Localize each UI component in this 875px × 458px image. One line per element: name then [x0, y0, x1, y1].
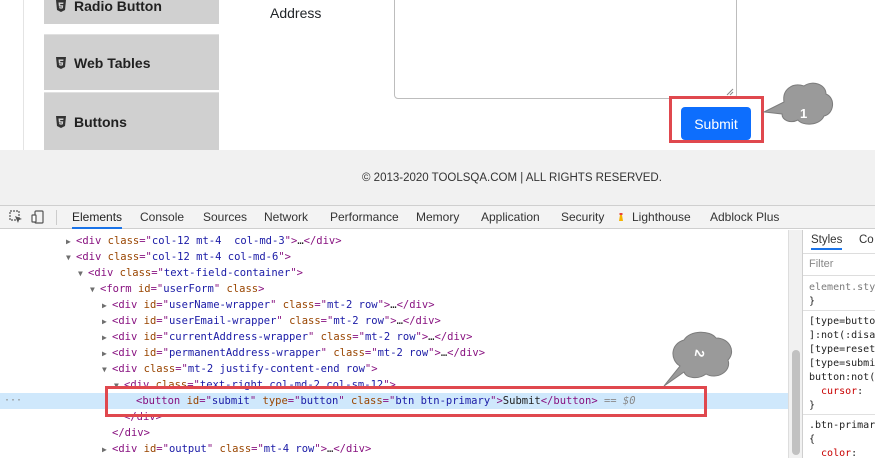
style-rule-line: [type=butto	[809, 316, 875, 327]
selected-node-dots[interactable]: ···	[4, 393, 22, 409]
style-rule-divider	[803, 310, 875, 311]
style-rule-line: element.sty	[809, 282, 875, 293]
address-label: Address	[270, 5, 322, 21]
style-rule-line: .btn-primar	[809, 420, 875, 431]
left-gutter	[0, 0, 24, 150]
style-rule-line: }	[809, 296, 816, 307]
tab-lighthouse[interactable]: Lighthouse	[632, 206, 691, 229]
dom-node[interactable]: ▼ <div class="text-field-container">	[0, 265, 788, 281]
sidebar-item-label: Buttons	[74, 113, 127, 130]
style-rule-divider	[803, 414, 875, 415]
callout-number-1: 1	[800, 106, 808, 121]
devtools-panel: Elements Console Sources Network Perform…	[0, 205, 875, 458]
dom-node[interactable]: ▼ <form id="userForm" class>	[0, 281, 788, 297]
elements-scrollbar[interactable]	[788, 230, 802, 458]
style-rule-line: color:	[809, 448, 858, 458]
dom-node[interactable]: ▶ <div class="col-12 mt-4 col-md-3">…</di…	[0, 233, 788, 249]
tab-memory[interactable]: Memory	[416, 206, 459, 229]
styles-tab-bar: Styles Co	[803, 230, 875, 254]
callout-bubble-1-icon	[762, 82, 833, 125]
html5-icon	[56, 115, 66, 128]
sidebar-item-label: Web Tables	[74, 54, 151, 71]
dom-node[interactable]: </div>	[0, 425, 788, 441]
tab-console[interactable]: Console	[140, 206, 184, 229]
annotation-box-submit	[669, 96, 764, 143]
tab-computed[interactable]: Co	[859, 234, 874, 246]
callout-bubble-2-icon	[663, 331, 732, 387]
footer-copyright: © 2013-2020 TOOLSQA.COM | ALL RIGHTS RES…	[362, 172, 662, 184]
tab-security[interactable]: Security	[561, 206, 604, 229]
resize-grip-icon[interactable]	[726, 88, 734, 96]
dom-node[interactable]: ▶ <div id="output" class="mt-4 row">…</di…	[0, 441, 788, 457]
dom-node[interactable]: ▼ <div class="col-12 mt-4 col-md-6">	[0, 249, 788, 265]
scrollbar-thumb[interactable]	[792, 350, 800, 455]
sidebar-item-web-tables[interactable]: Web Tables	[44, 34, 219, 90]
tab-styles[interactable]: Styles	[811, 234, 843, 250]
style-rule-line: ]:not(:disa	[809, 330, 875, 341]
sidebar-item-radio-button[interactable]: Radio Button	[44, 0, 219, 24]
sidebar-item-label: Radio Button	[74, 0, 162, 14]
lighthouse-icon	[619, 213, 623, 221]
devtools-toolbar: Elements Console Sources Network Perform…	[0, 206, 875, 229]
html5-icon	[56, 0, 66, 12]
styles-pane: Styles Co Filter element.sty} [type=butto…	[802, 230, 875, 458]
style-rule-line: button:not(	[809, 372, 875, 383]
style-rule-line: [type=reset	[809, 344, 875, 355]
style-rule-line: }	[809, 400, 816, 411]
tab-application[interactable]: Application	[481, 206, 540, 229]
inspect-element-icon[interactable]	[9, 210, 23, 224]
styles-filter-input[interactable]: Filter	[803, 254, 875, 276]
tab-elements[interactable]: Elements	[72, 206, 123, 229]
style-rule-line: {	[809, 434, 816, 445]
toolbar-separator	[56, 210, 57, 225]
tab-adblock-plus[interactable]: Adblock Plus	[710, 206, 779, 229]
style-rule-line: cursor:	[809, 386, 864, 397]
screenshot-root: Radio Button Web Tables Buttons Address …	[0, 0, 875, 458]
annotation-box-button-element	[105, 386, 707, 417]
tab-network[interactable]: Network	[264, 206, 308, 229]
dom-node[interactable]: ▶ <div id="userName-wrapper" class="mt-2 …	[0, 297, 788, 313]
page-footer: © 2013-2020 TOOLSQA.COM | ALL RIGHTS RES…	[0, 150, 875, 205]
style-rule-line: [type=submi	[809, 358, 875, 369]
tab-performance[interactable]: Performance	[330, 206, 399, 229]
tab-sources[interactable]: Sources	[203, 206, 247, 229]
dom-node[interactable]: ▶ <div id="userEmail-wrapper" class="mt-2…	[0, 313, 788, 329]
permanent-address-textarea[interactable]	[394, 0, 737, 99]
html5-icon	[56, 56, 66, 69]
sidebar-item-buttons[interactable]: Buttons	[44, 92, 219, 150]
device-toolbar-icon[interactable]	[31, 210, 45, 224]
